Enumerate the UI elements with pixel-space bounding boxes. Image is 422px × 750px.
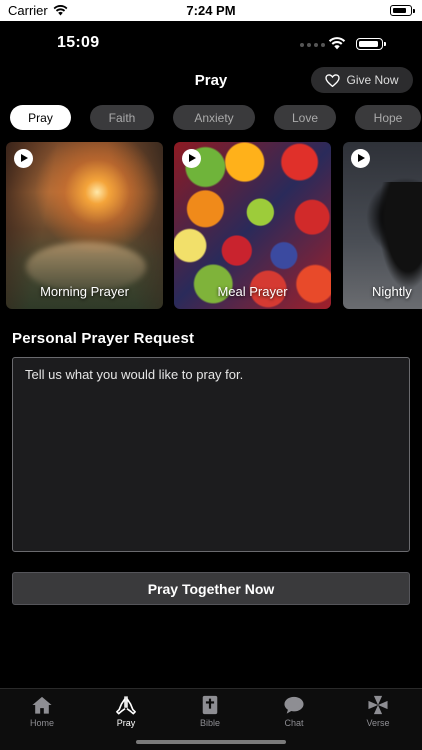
tab-label: Chat — [284, 718, 304, 728]
prayer-card-nightly[interactable]: Nightly — [343, 142, 422, 309]
tab-label: Home — [29, 718, 54, 728]
device-clock: 7:24 PM — [186, 3, 236, 18]
pray-together-button[interactable]: Pray Together Now — [12, 572, 410, 605]
chat-bubble-icon — [284, 696, 304, 714]
prayer-card-label: Nightly — [372, 284, 412, 299]
prayer-card-morning[interactable]: Morning Prayer — [6, 142, 163, 309]
tab-chat[interactable]: Chat — [252, 695, 336, 735]
tab-bible[interactable]: Bible — [168, 695, 252, 735]
tab-label: Bible — [199, 718, 220, 728]
give-now-button[interactable]: Give Now — [311, 67, 413, 93]
prayer-card-carousel[interactable]: Morning Prayer Meal Prayer Nightly — [6, 142, 422, 309]
praying-hands-icon — [116, 696, 136, 715]
category-pill-label: Hope — [373, 110, 403, 125]
home-indicator[interactable] — [136, 740, 286, 744]
tab-label: Verse — [366, 718, 390, 728]
play-icon[interactable] — [351, 149, 370, 168]
category-pill-faith[interactable]: Faith — [90, 105, 154, 130]
battery-icon — [390, 5, 415, 16]
play-icon[interactable] — [182, 149, 201, 168]
app-status-bar: 15:09 — [0, 21, 422, 65]
category-pill-love[interactable]: Love — [274, 105, 336, 130]
prayer-card-meal[interactable]: Meal Prayer — [174, 142, 331, 309]
category-pill-anxiety[interactable]: Anxiety — [173, 105, 255, 130]
battery-icon — [356, 38, 386, 50]
category-pill-label: Anxiety — [194, 110, 234, 125]
category-pill-label: Pray — [28, 110, 53, 125]
tab-verse[interactable]: Verse — [336, 695, 420, 735]
bible-icon — [202, 695, 218, 715]
home-icon — [32, 696, 52, 714]
cross-icon — [368, 695, 388, 715]
category-pill-hope[interactable]: Hope — [355, 105, 421, 130]
tab-home[interactable]: Home — [0, 695, 84, 735]
prayer-request-title: Personal Prayer Request — [12, 330, 195, 347]
prayer-card-label: Morning Prayer — [40, 284, 129, 299]
heart-icon — [325, 73, 341, 87]
tab-label: Pray — [116, 718, 136, 728]
signal-dots-icon — [300, 43, 325, 47]
category-pill-label: Love — [291, 110, 319, 125]
app-clock: 15:09 — [57, 34, 100, 51]
prayer-request-input[interactable] — [12, 357, 410, 552]
prayer-card-label: Meal Prayer — [217, 284, 288, 299]
category-pill-pray[interactable]: Pray — [10, 105, 71, 130]
device-status-bar: Carrier 7:24 PM — [0, 0, 422, 21]
wifi-icon — [328, 37, 346, 50]
give-now-label: Give Now — [346, 73, 399, 87]
category-pills: Pray Faith Anxiety Love Hope — [10, 105, 421, 130]
category-pill-label: Faith — [108, 110, 136, 125]
tab-pray[interactable]: Pray — [84, 695, 168, 735]
play-icon[interactable] — [14, 149, 33, 168]
page-header: Pray Give Now — [0, 65, 422, 97]
